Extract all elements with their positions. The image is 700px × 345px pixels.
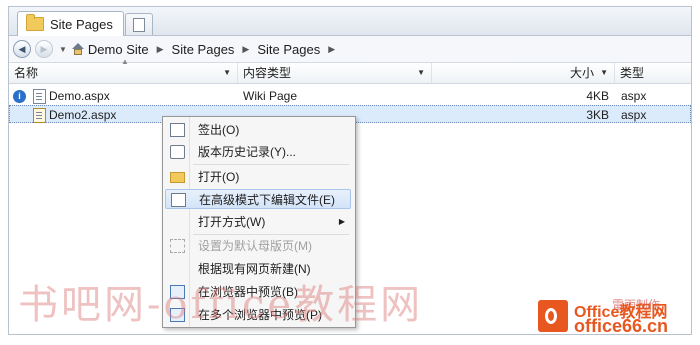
back-button[interactable]: ◀ bbox=[13, 40, 31, 58]
menu-item-checkout[interactable]: 签出(O) bbox=[165, 120, 351, 140]
column-header-content-type[interactable]: 内容类型 ▼ bbox=[238, 63, 432, 83]
history-icon bbox=[170, 145, 185, 159]
column-headers: ▲ 名称 ▼ 内容类型 ▼ 大小 ▼ 类型 bbox=[9, 57, 691, 84]
column-header-size[interactable]: 大小 ▼ bbox=[432, 63, 615, 83]
breadcrumb: Demo Site ▶ Site Pages ▶ Site Pages ▶ bbox=[71, 42, 343, 57]
chevron-down-icon[interactable]: ▼ bbox=[417, 63, 425, 83]
file-edit-icon bbox=[33, 106, 46, 124]
menu-separator bbox=[193, 164, 349, 165]
menu-item-version-history[interactable]: 版本历史记录(Y)... bbox=[165, 142, 351, 162]
page-icon bbox=[133, 17, 145, 32]
tab-strip: Site Pages bbox=[9, 7, 691, 36]
chevron-down-icon[interactable]: ▼ bbox=[223, 63, 231, 83]
row-name: Demo.aspx bbox=[49, 89, 110, 103]
table-row[interactable]: i Demo.aspx Wiki Page 4KB aspx bbox=[9, 87, 691, 105]
menu-item-set-default-master[interactable]: 设置为默认母版页(M) bbox=[165, 236, 351, 256]
row-type: aspx bbox=[621, 108, 647, 122]
chevron-right-icon[interactable]: ▶ bbox=[242, 44, 249, 55]
logo-line2: office66.cn bbox=[574, 316, 669, 336]
menu-item-label: 在高级模式下编辑文件(E) bbox=[199, 193, 335, 207]
chevron-right-icon: ▶ bbox=[338, 217, 345, 226]
address-bar: ◀ ▶ ▼ Demo Site ▶ Site Pages ▶ Site Page… bbox=[9, 36, 691, 63]
master-page-icon bbox=[170, 239, 185, 253]
watermark-text: 书吧网-office教程网 bbox=[18, 282, 424, 328]
open-folder-icon bbox=[170, 172, 185, 183]
chevron-down-icon[interactable]: ▼ bbox=[600, 63, 608, 83]
new-tab-button[interactable] bbox=[125, 13, 153, 35]
office-logo: Office教程网 office66.cn bbox=[538, 296, 688, 340]
column-label: 内容类型 bbox=[243, 66, 292, 80]
column-header-type[interactable]: 类型 bbox=[615, 63, 691, 83]
menu-item-edit-advanced[interactable]: 在高级模式下编辑文件(E) bbox=[165, 189, 351, 209]
breadcrumb-item-demo-site[interactable]: Demo Site bbox=[88, 42, 149, 57]
menu-item-label: 打开(O) bbox=[198, 170, 240, 184]
menu-item-open-with[interactable]: 打开方式(W) ▶ bbox=[165, 212, 351, 232]
office-icon bbox=[538, 300, 568, 332]
menu-item-label: 打开方式(W) bbox=[198, 215, 266, 229]
chevron-right-icon[interactable]: ▶ bbox=[328, 44, 335, 55]
row-type: aspx bbox=[621, 89, 647, 103]
forward-button[interactable]: ▶ bbox=[35, 40, 53, 58]
row-content-type: Wiki Page bbox=[243, 89, 298, 103]
row-size: 4KB bbox=[586, 89, 609, 103]
column-label: 类型 bbox=[620, 66, 645, 80]
chevron-right-icon[interactable]: ▶ bbox=[157, 44, 164, 55]
row-size: 3KB bbox=[586, 108, 609, 122]
menu-item-label: 设置为默认母版页(M) bbox=[198, 239, 312, 253]
edit-file-icon bbox=[171, 193, 186, 207]
column-label: 名称 bbox=[14, 66, 39, 80]
file-icon bbox=[33, 87, 46, 105]
row-name: Demo2.aspx bbox=[49, 108, 117, 122]
history-dropdown[interactable]: ▼ bbox=[59, 45, 67, 54]
menu-item-label: 签出(O) bbox=[198, 123, 240, 137]
column-label: 大小 bbox=[569, 66, 594, 80]
folder-icon bbox=[26, 14, 44, 31]
menu-item-open[interactable]: 打开(O) bbox=[165, 167, 351, 187]
info-icon: i bbox=[13, 87, 26, 105]
tab-site-pages[interactable]: Site Pages bbox=[17, 11, 124, 36]
breadcrumb-item-site-pages[interactable]: Site Pages bbox=[172, 42, 235, 57]
tab-label: Site Pages bbox=[50, 16, 113, 32]
breadcrumb-item-site-pages-2[interactable]: Site Pages bbox=[257, 42, 320, 57]
menu-separator bbox=[193, 234, 349, 235]
menu-item-label: 版本历史记录(Y)... bbox=[198, 145, 296, 159]
home-icon bbox=[71, 43, 85, 55]
column-header-name[interactable]: 名称 ▼ bbox=[9, 63, 238, 83]
checkout-icon bbox=[170, 123, 185, 137]
